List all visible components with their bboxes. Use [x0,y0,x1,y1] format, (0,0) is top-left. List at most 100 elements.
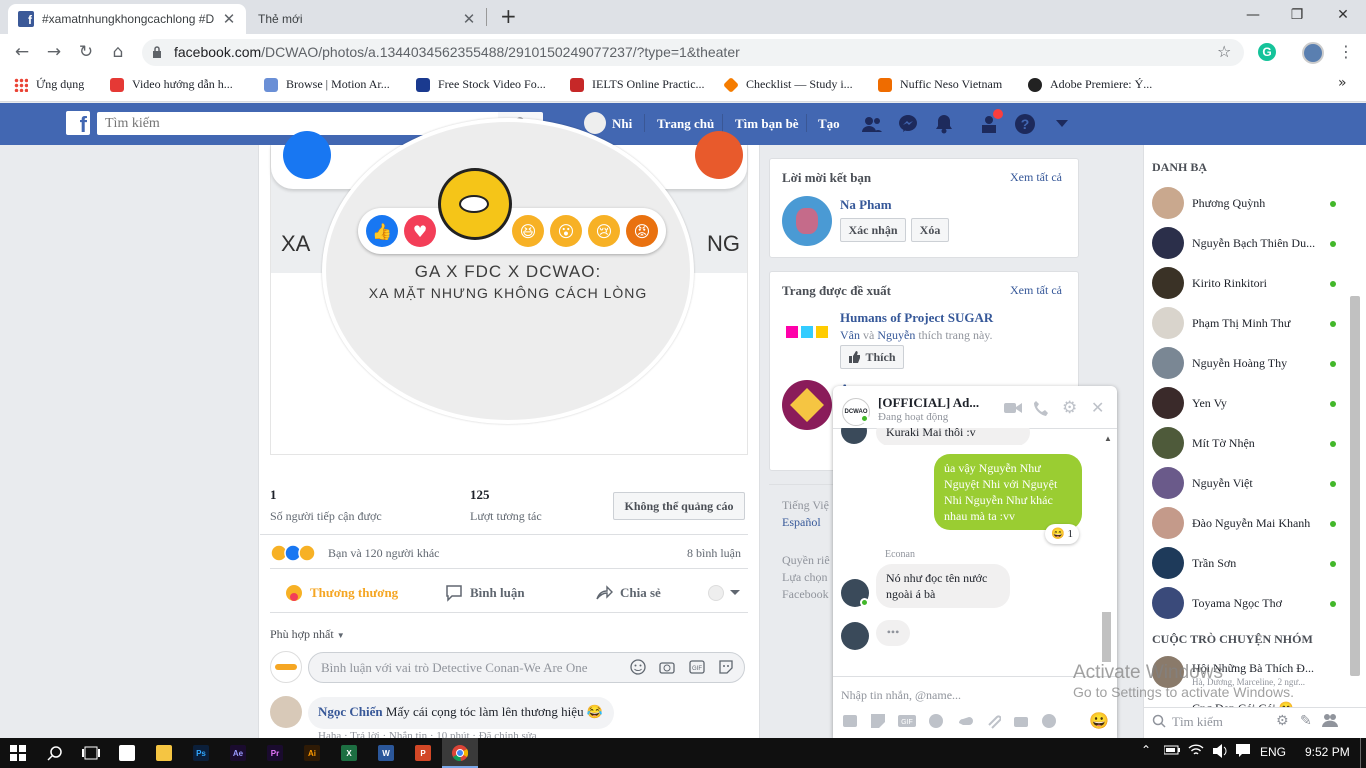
liker-name[interactable]: Nguyễn [877,328,915,342]
powerpoint-icon[interactable]: P [405,738,441,768]
address-bar[interactable]: facebook.com/DCWAO/photos/a.134403456235… [142,39,1244,66]
profile-avatar[interactable] [1302,42,1324,64]
illustrator-icon[interactable]: Ai [294,738,330,768]
comment-sort-selector[interactable]: Phù hợp nhất ▼ [270,627,345,642]
contact-item[interactable]: Phạm Thị Minh Thư [1152,306,1332,340]
close-chat-icon[interactable]: ✕ [1091,398,1104,417]
volume-icon[interactable] [1213,744,1229,758]
sidebar-search-input[interactable]: Tìm kiếm [1172,714,1223,730]
chrome-icon[interactable] [442,738,478,768]
nav-find-friends[interactable]: Tìm bạn bè [735,116,799,132]
message-input[interactable]: Nhập tin nhắn, @name... [841,688,961,703]
page-logo[interactable] [782,380,832,430]
tab-close-icon[interactable]: ✕ [462,10,476,28]
footer-link[interactable]: Lựa chọn [782,570,828,585]
minimize-button[interactable]: — [1230,0,1276,30]
contact-item[interactable]: Nguyễn Hoàng Thy [1152,346,1332,380]
video-call-icon[interactable] [1004,401,1022,415]
contact-item[interactable]: Nguyễn Việt [1152,466,1332,500]
bookmark-item[interactable]: Checklist — Study i... [723,76,853,93]
scroll-up-arrow-icon[interactable]: ▲ [1104,434,1112,443]
nav-profile[interactable]: Nhi [612,116,632,132]
suggested-page-name[interactable]: Humans of Project SUGAR [840,310,993,326]
system-clock[interactable]: 9:52 PM [1305,745,1350,759]
windows-start-icon[interactable] [0,738,36,768]
reactions-text[interactable]: Bạn và 120 người khác [328,546,440,561]
chat-scrollbar[interactable] [1102,612,1111,662]
help-question-icon[interactable]: ? [1013,113,1037,135]
like-page-button[interactable]: Thích [840,345,904,369]
delete-request-button[interactable]: Xóa [911,218,949,242]
chat-title[interactable]: [OFFICIAL] Ad... [878,395,979,411]
after-effects-icon[interactable]: Ae [220,738,256,768]
forward-arrow-icon[interactable]: → [41,39,67,65]
maximize-button[interactable]: ❐ [1274,0,1320,30]
friend-requests-see-all[interactable]: Xem tất cả [1010,170,1062,185]
comment-button[interactable]: Bình luận [445,584,525,602]
bookmark-item[interactable]: Free Stock Video Fo... [416,77,546,92]
excel-icon[interactable]: X [331,738,367,768]
comments-count[interactable]: 8 bình luận [687,546,741,561]
contact-item[interactable]: Mít Tờ Nhện [1152,426,1332,460]
home-icon[interactable]: ⌂ [105,39,131,65]
reload-icon[interactable]: ↻ [73,39,99,65]
footer-link[interactable]: Quyền riê [782,553,830,568]
photoshop-icon[interactable]: Ps [183,738,219,768]
emoji-reaction-button[interactable]: 😀 [1089,711,1109,731]
page-logo[interactable] [782,309,832,359]
posting-as-selector[interactable] [708,585,742,601]
input-language[interactable]: ENG [1260,745,1286,759]
friend-request-name[interactable]: Na Pham [840,197,892,213]
premiere-icon[interactable]: Pr [257,738,293,768]
search-icon[interactable] [1152,714,1166,728]
contact-item[interactable]: Phương Quỳnh [1152,186,1332,220]
chat-settings-gear-icon[interactable]: ⚙ [1062,398,1077,418]
liker-name[interactable]: Vân [840,328,860,342]
tab-facebook[interactable]: f #xamatnhungkhongcachlong #D ✕ [8,4,246,34]
new-message-icon[interactable]: ✎ [1300,713,1312,729]
task-view-icon[interactable] [73,738,109,768]
contact-item[interactable]: Toyama Ngọc Thơ [1152,586,1332,620]
react-button[interactable]: Thương thương [285,584,398,602]
contact-item[interactable]: Yen Vy [1152,386,1332,420]
menu-kebab-icon[interactable]: ⋮ [1338,42,1354,61]
contact-item[interactable]: Nguyễn Bạch Thiên Du... [1152,226,1332,260]
comment-author[interactable]: Ngọc Chiến [318,704,383,719]
language-link[interactable]: Español [782,515,821,530]
nav-home[interactable]: Trang chủ [657,116,714,132]
reaction-summary-icons[interactable] [270,544,326,562]
phone-call-icon[interactable] [1033,400,1049,416]
notifications-bell-icon[interactable] [932,113,956,135]
contact-item[interactable]: Đào Nguyễn Mai Khanh [1152,506,1332,540]
bookmark-star-icon[interactable]: ☆ [1217,42,1231,61]
bookmark-item[interactable]: Adobe Premiere: Ý... [1028,77,1152,92]
message-reaction[interactable]: 😄 1 [1045,524,1079,544]
contact-item[interactable]: Kirito Rinkitori [1152,266,1332,300]
action-center-icon[interactable] [1236,744,1250,757]
profile-avatar[interactable] [584,112,606,134]
nav-create[interactable]: Tạo [818,116,840,132]
bookmark-item[interactable]: Browse | Motion Ar... [264,77,390,92]
tray-chevron-icon[interactable]: ⌃ [1141,743,1151,757]
show-desktop-button[interactable] [1360,738,1361,768]
sidebar-scrollbar[interactable] [1350,296,1360,676]
tab-new[interactable]: Thẻ mới ✕ [248,4,486,34]
new-tab-button[interactable]: + [500,4,517,28]
facebook-logo[interactable]: f [66,111,90,135]
lock-icon[interactable] [152,46,162,58]
new-group-icon[interactable] [1322,712,1338,728]
messenger-icon[interactable] [896,113,920,135]
share-button[interactable]: Chia sẻ [595,584,661,602]
bookmark-apps[interactable]: Ứng dụng [14,77,84,92]
contact-item[interactable]: Trần Sơn [1152,546,1332,580]
back-arrow-icon[interactable]: ← [9,39,35,65]
tab-close-icon[interactable]: ✕ [222,10,236,28]
close-window-button[interactable]: ✕ [1320,0,1366,30]
chat-settings-gear-icon[interactable]: ⚙ [1276,713,1289,729]
friend-requests-icon[interactable] [860,113,884,135]
more-bookmarks-button[interactable]: » [1338,75,1347,91]
confirm-request-button[interactable]: Xác nhận [840,218,906,242]
bookmark-item[interactable]: Nuffic Neso Vietnam [878,77,1002,92]
grammarly-extension-icon[interactable]: G [1258,43,1276,61]
no-boost-button[interactable]: Không thể quảng cáo [613,492,745,520]
